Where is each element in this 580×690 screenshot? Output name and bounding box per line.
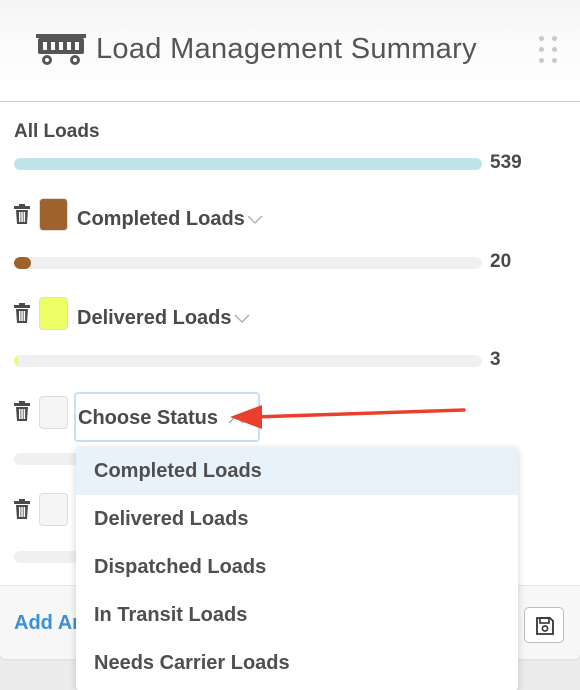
drag-handle-icon[interactable] <box>539 36 559 68</box>
card-header: Load Management Summary <box>0 0 580 102</box>
color-swatch[interactable] <box>39 493 68 526</box>
chevron-down-icon <box>247 215 263 224</box>
status-select-completed[interactable]: Completed Loads <box>77 208 263 231</box>
page-title: Load Management Summary <box>96 33 477 65</box>
chevron-down-icon <box>234 314 249 323</box>
dropdown-option[interactable]: Completed Loads <box>76 447 518 495</box>
status-select-delivered[interactable]: Delivered Loads <box>77 307 250 330</box>
dropdown-option[interactable]: Dispatched Loads <box>76 543 518 591</box>
save-button[interactable] <box>524 607 564 643</box>
annotation-arrow <box>230 405 466 429</box>
status-placeholder: Choose Status <box>78 407 219 429</box>
completed-loads-progress <box>14 257 482 269</box>
trash-icon[interactable] <box>13 204 31 225</box>
completed-loads-count: 20 <box>490 251 512 272</box>
status-label: Delivered Loads <box>77 307 232 329</box>
dropdown-option[interactable]: Delivered Loads <box>76 495 518 543</box>
all-loads-label: All Loads <box>14 121 100 142</box>
all-loads-progress <box>14 158 482 170</box>
delivered-loads-count: 3 <box>490 349 501 370</box>
status-dropdown-menu: Completed Loads Delivered Loads Dispatch… <box>76 447 518 690</box>
save-icon <box>536 617 554 635</box>
color-swatch[interactable] <box>39 297 68 330</box>
dropdown-option[interactable]: In Transit Loads <box>76 591 518 639</box>
color-swatch[interactable] <box>39 396 68 429</box>
status-label: Completed Loads <box>77 208 245 230</box>
trash-icon[interactable] <box>13 401 31 422</box>
trash-icon[interactable] <box>13 303 31 324</box>
add-another-link[interactable]: Add An <box>14 612 84 635</box>
truck-icon <box>36 34 86 65</box>
dropdown-option[interactable]: Needs Carrier Loads <box>76 639 518 687</box>
trash-icon[interactable] <box>13 499 31 520</box>
delivered-loads-progress <box>14 355 482 367</box>
color-swatch[interactable] <box>39 198 68 231</box>
all-loads-count: 539 <box>490 152 522 173</box>
